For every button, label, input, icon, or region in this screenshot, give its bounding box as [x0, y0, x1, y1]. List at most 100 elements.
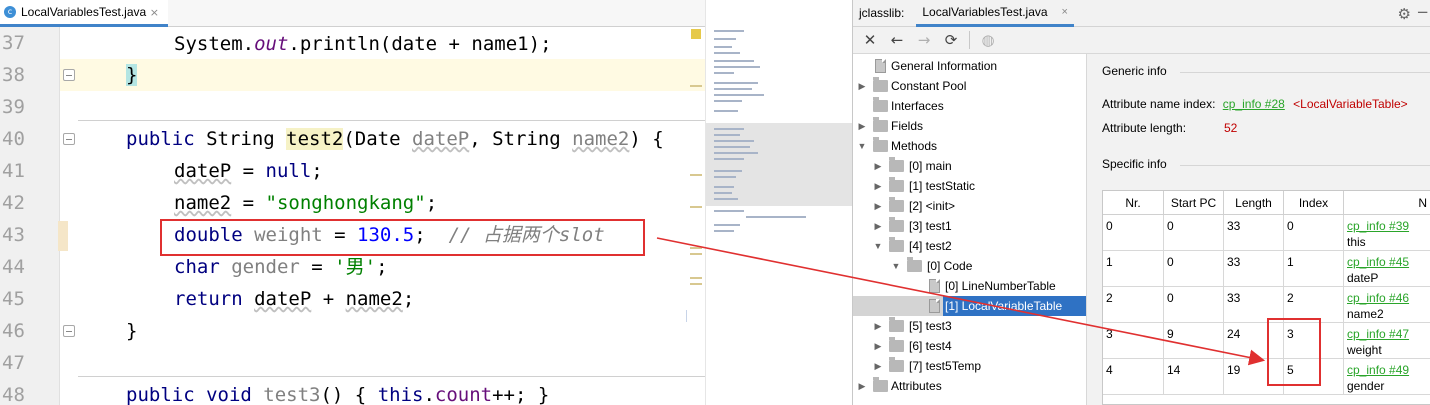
warning-stripe[interactable] — [690, 283, 702, 285]
forward-arrow-icon[interactable]: → — [915, 31, 933, 49]
refresh-icon[interactable]: ⟳ — [942, 31, 960, 49]
code-token: = — [231, 160, 266, 182]
tree-item-interfaces[interactable]: Interfaces — [853, 96, 1086, 116]
file-icon — [875, 59, 886, 73]
tree-item-localvariabletable[interactable]: [1] LocalVariableTable — [853, 296, 1086, 316]
file-icon — [929, 299, 940, 313]
tree-item-general-information[interactable]: General Information — [853, 56, 1086, 76]
divider — [1180, 165, 1430, 166]
warning-stripe[interactable] — [690, 253, 702, 255]
chevron-right-icon[interactable]: ▶ — [857, 76, 867, 96]
table-cell: 33 — [1224, 215, 1284, 251]
method-name: test3 — [263, 384, 321, 405]
minimize-icon[interactable]: − — [1416, 3, 1429, 21]
table-cell: 33 — [1224, 251, 1284, 287]
cp-info-link[interactable]: cp_info #47 — [1347, 326, 1430, 342]
column-header[interactable]: Nr. — [1103, 191, 1164, 215]
tree-item-fields[interactable]: ▶ Fields — [853, 116, 1086, 136]
editor-tab-localvariablestest[interactable]: c LocalVariablesTest.java × — [0, 0, 168, 27]
code-minimap[interactable] — [705, 0, 853, 405]
cp-info-link[interactable]: cp_info #49 — [1347, 362, 1430, 378]
folder-icon — [889, 197, 904, 212]
fold-end-icon[interactable] — [63, 69, 75, 81]
code-token: String — [206, 128, 287, 150]
tree-item-method-test3[interactable]: ▶ [5] test3 — [853, 316, 1086, 336]
chevron-down-icon[interactable]: ▼ — [891, 256, 901, 276]
code-line-37: System.out.println(date + name1); — [174, 28, 552, 60]
annotation-index-box — [1267, 318, 1321, 386]
tree-item-methods[interactable]: ▼ Methods — [853, 136, 1086, 156]
scroll-marker — [686, 310, 687, 322]
tree-item-method-teststatic[interactable]: ▶ [1] testStatic — [853, 176, 1086, 196]
code-editor[interactable]: c LocalVariablesTest.java × 37 38 39 40 … — [0, 0, 705, 405]
back-arrow-icon[interactable]: ← — [888, 31, 906, 49]
tree-item-code[interactable]: ▼ [0] Code — [853, 256, 1086, 276]
chevron-right-icon[interactable]: ▶ — [857, 376, 867, 396]
chevron-right-icon[interactable]: ▶ — [873, 356, 883, 376]
code-line-42: name2 = "songhongkang"; — [174, 187, 437, 219]
chevron-right-icon[interactable]: ▶ — [873, 336, 883, 356]
code-token: public — [126, 128, 207, 150]
code-token: dateP — [254, 288, 312, 310]
jclasslib-tab[interactable]: LocalVariablesTest.java × — [916, 0, 1074, 27]
column-header[interactable]: Index — [1284, 191, 1344, 215]
chevron-right-icon[interactable]: ▶ — [873, 216, 883, 236]
chevron-right-icon[interactable]: ▶ — [873, 156, 883, 176]
tree-item-method-test1[interactable]: ▶ [3] test1 — [853, 216, 1086, 236]
column-header[interactable]: Start PC — [1164, 191, 1224, 215]
inspection-status-icon[interactable] — [691, 29, 701, 39]
tree-item-attributes[interactable]: ▶ Attributes — [853, 376, 1086, 396]
tree-item-label: [2] <init> — [909, 199, 956, 213]
chevron-right-icon[interactable]: ▶ — [873, 316, 883, 336]
folder-icon — [873, 377, 888, 392]
code-token: } — [126, 320, 138, 342]
folder-icon — [889, 357, 904, 372]
warning-stripe[interactable] — [690, 206, 702, 208]
column-header[interactable]: N — [1344, 191, 1430, 215]
attribute-length-value: 52 — [1224, 121, 1238, 135]
fold-start-icon[interactable] — [63, 133, 75, 145]
tree-item-method-test2[interactable]: ▼ [4] test2 — [853, 236, 1086, 256]
tree-item-label: General Information — [891, 59, 998, 73]
tree-item-label: Attributes — [891, 379, 942, 393]
chevron-right-icon[interactable]: ▶ — [857, 116, 867, 136]
tree-item-linenumbertable[interactable]: [0] LineNumberTable — [853, 276, 1086, 296]
folder-icon — [889, 337, 904, 352]
method-name: test2 — [286, 128, 344, 150]
warning-stripe[interactable] — [690, 247, 702, 249]
fold-end-icon[interactable] — [63, 325, 75, 337]
column-header[interactable]: Length — [1224, 191, 1284, 215]
jclasslib-toolbar: ✕ ← → ⟳ ◍ — [853, 27, 1430, 54]
class-structure-tree[interactable]: General Information ▶ Constant Pool Inte… — [853, 54, 1087, 405]
warning-stripe[interactable] — [690, 85, 702, 87]
warning-stripe[interactable] — [690, 277, 702, 279]
cp-info-link[interactable]: cp_info #39 — [1347, 218, 1430, 234]
table-cell: cp_info #47 weight — [1344, 323, 1430, 359]
chevron-right-icon[interactable]: ▶ — [873, 176, 883, 196]
table-cell: 4 — [1103, 359, 1164, 395]
tree-item-method-test5temp[interactable]: ▶ [7] test5Temp — [853, 356, 1086, 376]
chevron-right-icon[interactable]: ▶ — [873, 196, 883, 216]
web-icon[interactable]: ◍ — [979, 31, 997, 49]
tree-item-constant-pool[interactable]: ▶ Constant Pool — [853, 76, 1086, 96]
chevron-down-icon[interactable]: ▼ — [857, 136, 867, 156]
code-token: name2 — [572, 128, 630, 150]
tree-item-method-main[interactable]: ▶ [0] main — [853, 156, 1086, 176]
chevron-down-icon[interactable]: ▼ — [873, 236, 883, 256]
cp-info-link[interactable]: cp_info #46 — [1347, 290, 1430, 306]
local-variable-table[interactable]: Nr. Start PC Length Index N 0 0 33 0 cp_… — [1102, 190, 1430, 405]
gear-icon[interactable]: ⚙ — [1398, 5, 1411, 23]
close-icon[interactable]: × — [1062, 6, 1068, 18]
table-cell: cp_info #46 name2 — [1344, 287, 1430, 323]
tree-item-method-init[interactable]: ▶ [2] <init> — [853, 196, 1086, 216]
tree-item-method-test4[interactable]: ▶ [6] test4 — [853, 336, 1086, 356]
cp-info-link[interactable]: cp_info #45 — [1347, 254, 1430, 270]
code-token: dateP — [174, 160, 232, 182]
close-icon[interactable]: × — [150, 6, 159, 19]
warning-stripe[interactable] — [690, 174, 702, 176]
cp-info-link[interactable]: cp_info #28 — [1223, 97, 1285, 111]
code-token: return — [174, 288, 255, 310]
folder-icon — [889, 217, 904, 232]
attribute-length-label: Attribute length: — [1102, 121, 1187, 135]
close-icon[interactable]: ✕ — [861, 31, 879, 49]
